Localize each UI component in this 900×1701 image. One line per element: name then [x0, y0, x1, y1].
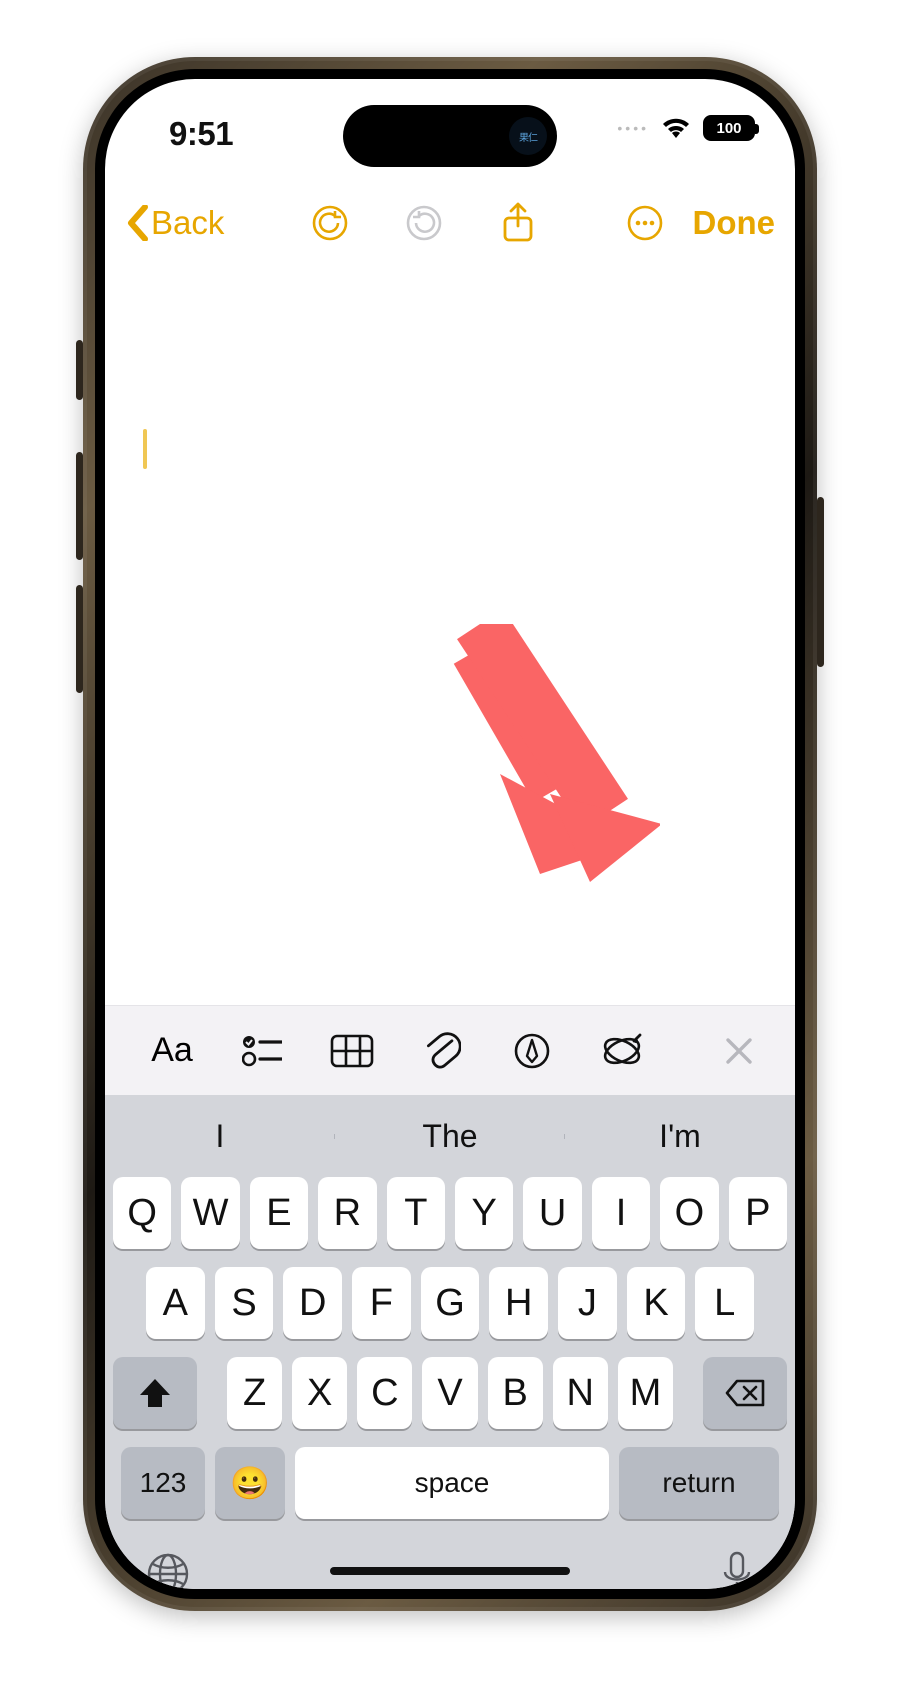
- key-e[interactable]: E: [250, 1177, 308, 1249]
- prediction-bar: I The I'm: [105, 1095, 795, 1177]
- format-toolbar: Aa: [105, 1005, 795, 1095]
- markup-button[interactable]: [509, 1028, 555, 1074]
- key-a[interactable]: A: [146, 1267, 205, 1339]
- key-x[interactable]: X: [292, 1357, 347, 1429]
- text-cursor: [143, 429, 147, 469]
- checklist-icon: [242, 1034, 282, 1068]
- cellular-dots-icon: ••••: [617, 120, 649, 136]
- undo-button[interactable]: [310, 203, 350, 243]
- screen: 果仁 9:51 •••• 100: [105, 79, 795, 1589]
- redo-icon: [405, 204, 443, 242]
- key-v[interactable]: V: [422, 1357, 477, 1429]
- prediction-3[interactable]: I'm: [565, 1118, 795, 1155]
- dictation-key[interactable]: [719, 1550, 755, 1589]
- nav-bar: Back: [105, 191, 795, 255]
- attachment-button[interactable]: [419, 1028, 465, 1074]
- phone-frame: 果仁 9:51 •••• 100: [83, 57, 817, 1611]
- shift-key[interactable]: [113, 1357, 197, 1429]
- text-style-icon: Aa: [151, 1031, 193, 1070]
- home-indicator[interactable]: [330, 1567, 570, 1575]
- key-row-2: A S D F G H J K L: [113, 1267, 787, 1339]
- close-icon: [724, 1036, 754, 1066]
- status-bar: 9:51 •••• 100: [105, 79, 795, 179]
- key-m[interactable]: M: [618, 1357, 673, 1429]
- magic-wand-icon: [600, 1031, 644, 1071]
- image-playground-button[interactable]: [599, 1028, 645, 1074]
- key-q[interactable]: Q: [113, 1177, 171, 1249]
- back-button[interactable]: Back: [125, 204, 224, 242]
- key-g[interactable]: G: [421, 1267, 480, 1339]
- chevron-left-icon: [125, 205, 149, 241]
- checklist-button[interactable]: [239, 1028, 285, 1074]
- more-button[interactable]: [625, 203, 665, 243]
- key-o[interactable]: O: [660, 1177, 718, 1249]
- numbers-key[interactable]: 123: [121, 1447, 205, 1519]
- mute-switch[interactable]: [76, 340, 83, 400]
- key-k[interactable]: K: [627, 1267, 686, 1339]
- globe-icon: [145, 1551, 191, 1589]
- key-l[interactable]: L: [695, 1267, 754, 1339]
- table-button[interactable]: [329, 1028, 375, 1074]
- back-label: Back: [151, 204, 224, 242]
- key-y[interactable]: Y: [455, 1177, 513, 1249]
- keyboard: I The I'm Q W E R T Y U I O P: [105, 1095, 795, 1589]
- key-row-3: Z X C V B N M: [113, 1357, 787, 1429]
- key-r[interactable]: R: [318, 1177, 376, 1249]
- power-button[interactable]: [817, 497, 824, 667]
- key-c[interactable]: C: [357, 1357, 412, 1429]
- volume-down-button[interactable]: [76, 585, 83, 693]
- emoji-icon: 😀: [230, 1464, 270, 1502]
- key-row-1: Q W E R T Y U I O P: [113, 1177, 787, 1249]
- key-z[interactable]: Z: [227, 1357, 282, 1429]
- emoji-key[interactable]: 😀: [215, 1447, 285, 1519]
- microphone-icon: [719, 1550, 755, 1589]
- key-s[interactable]: S: [215, 1267, 274, 1339]
- status-time: 9:51: [169, 115, 233, 153]
- backspace-icon: [725, 1379, 765, 1407]
- key-p[interactable]: P: [729, 1177, 787, 1249]
- space-key[interactable]: space: [295, 1447, 609, 1519]
- text-style-button[interactable]: Aa: [149, 1028, 195, 1074]
- ellipsis-circle-icon: [626, 204, 664, 242]
- globe-key[interactable]: [145, 1551, 191, 1589]
- key-j[interactable]: J: [558, 1267, 617, 1339]
- key-h[interactable]: H: [489, 1267, 548, 1339]
- note-editor[interactable]: [105, 299, 795, 1005]
- key-f[interactable]: F: [352, 1267, 411, 1339]
- backspace-key[interactable]: [703, 1357, 787, 1429]
- battery-icon: 100: [703, 115, 755, 141]
- wifi-icon: [661, 117, 691, 139]
- key-u[interactable]: U: [523, 1177, 581, 1249]
- share-button[interactable]: [498, 203, 538, 243]
- share-icon: [501, 202, 535, 244]
- paperclip-icon: [423, 1030, 461, 1072]
- prediction-1[interactable]: I: [105, 1118, 335, 1155]
- close-toolbar-button[interactable]: [717, 1029, 761, 1073]
- pen-circle-icon: [513, 1032, 551, 1070]
- prediction-2[interactable]: The: [335, 1118, 565, 1155]
- key-row-4: 123 😀 space return: [113, 1447, 787, 1519]
- key-w[interactable]: W: [181, 1177, 239, 1249]
- done-button[interactable]: Done: [693, 204, 776, 242]
- return-key[interactable]: return: [619, 1447, 779, 1519]
- key-b[interactable]: B: [488, 1357, 543, 1429]
- volume-up-button[interactable]: [76, 452, 83, 560]
- key-t[interactable]: T: [387, 1177, 445, 1249]
- table-icon: [330, 1034, 374, 1068]
- redo-button: [404, 203, 444, 243]
- key-n[interactable]: N: [553, 1357, 608, 1429]
- shift-icon: [138, 1377, 172, 1409]
- undo-icon: [311, 204, 349, 242]
- key-i[interactable]: I: [592, 1177, 650, 1249]
- key-d[interactable]: D: [283, 1267, 342, 1339]
- keyboard-bottom-bar: [105, 1529, 795, 1589]
